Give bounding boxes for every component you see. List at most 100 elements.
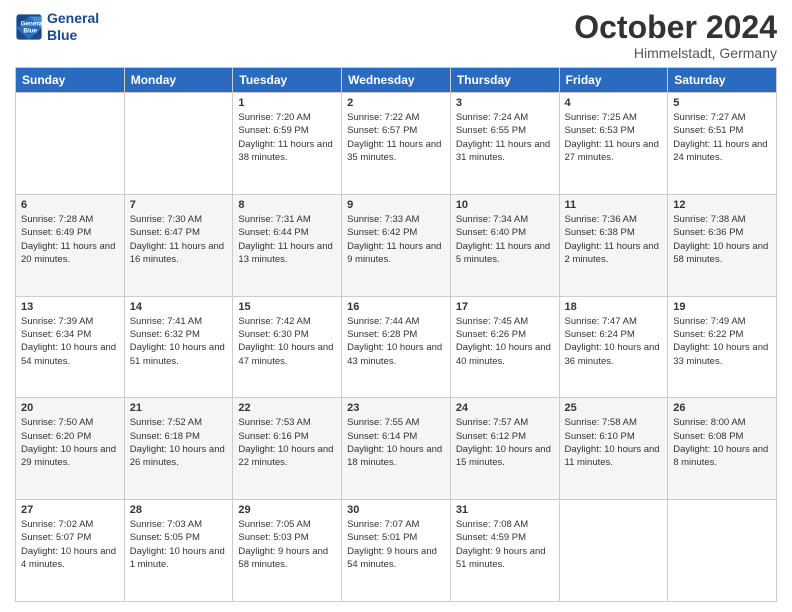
logo-icon: General Blue [15,13,43,41]
day-number: 28 [130,504,228,516]
day-info: Sunrise: 7:38 AMSunset: 6:36 PMDaylight:… [673,213,771,266]
day-info: Sunrise: 7:03 AMSunset: 5:05 PMDaylight:… [130,518,228,571]
day-number: 20 [21,402,119,414]
day-info: Sunrise: 7:55 AMSunset: 6:14 PMDaylight:… [347,416,445,469]
day-info: Sunrise: 7:42 AMSunset: 6:30 PMDaylight:… [238,315,336,368]
table-row: 19 Sunrise: 7:49 AMSunset: 6:22 PMDayligh… [668,296,777,398]
table-row: 9 Sunrise: 7:33 AMSunset: 6:42 PMDaylight… [342,194,451,296]
day-info: Sunrise: 7:47 AMSunset: 6:24 PMDaylight:… [565,315,663,368]
table-row: 22Sunrise: 7:53 AMSunset: 6:16 PMDayligh… [233,398,342,500]
day-info: Sunrise: 7:08 AMSunset: 4:59 PMDaylight:… [456,518,554,571]
table-row: 5 Sunrise: 7:27 AMSunset: 6:51 PMDaylight… [668,93,777,195]
table-row: 11Sunrise: 7:36 AMSunset: 6:38 PMDayligh… [559,194,668,296]
day-info: Sunrise: 7:39 AMSunset: 6:34 PMDaylight:… [21,315,119,368]
table-row [124,93,233,195]
day-number: 13 [21,301,119,313]
day-number: 3 [456,97,554,109]
col-saturday: Saturday [668,68,777,93]
day-info: Sunrise: 7:34 AMSunset: 6:40 PMDaylight:… [456,213,554,266]
day-info: Sunrise: 7:24 AMSunset: 6:55 PMDaylight:… [456,111,554,164]
table-row: 14 Sunrise: 7:41 AMSunset: 6:32 PMDayligh… [124,296,233,398]
day-info: Sunrise: 7:30 AMSunset: 6:47 PMDaylight:… [130,213,228,266]
day-number: 27 [21,504,119,516]
day-number: 16 [347,301,445,313]
col-wednesday: Wednesday [342,68,451,93]
day-info: Sunrise: 7:52 AMSunset: 6:18 PMDaylight:… [130,416,228,469]
day-info: Sunrise: 7:28 AMSunset: 6:49 PMDaylight:… [21,213,119,266]
table-row: 27 Sunrise: 7:02 AMSunset: 5:07 PMDayligh… [16,500,125,602]
day-number: 18 [565,301,663,313]
day-info: Sunrise: 7:45 AMSunset: 6:26 PMDaylight:… [456,315,554,368]
day-info: Sunrise: 7:49 AMSunset: 6:22 PMDaylight:… [673,315,771,368]
table-row: 26 Sunrise: 8:00 AMSunset: 6:08 PMDayligh… [668,398,777,500]
day-info: Sunrise: 8:00 AMSunset: 6:08 PMDaylight:… [673,416,771,469]
day-info: Sunrise: 7:53 AMSunset: 6:16 PMDaylight:… [238,416,336,469]
day-number: 21 [130,402,228,414]
table-row [16,93,125,195]
day-info: Sunrise: 7:02 AMSunset: 5:07 PMDaylight:… [21,518,119,571]
logo-text-line1: General [47,10,99,27]
calendar-page: General Blue General Blue October 2024 H… [0,0,792,612]
table-row: 24Sunrise: 7:57 AMSunset: 6:12 PMDayligh… [450,398,559,500]
day-number: 4 [565,97,663,109]
svg-text:General: General [21,20,43,27]
col-monday: Monday [124,68,233,93]
day-number: 8 [238,199,336,211]
day-info: Sunrise: 7:44 AMSunset: 6:28 PMDaylight:… [347,315,445,368]
day-number: 15 [238,301,336,313]
day-number: 26 [673,402,771,414]
table-row: 23 Sunrise: 7:55 AMSunset: 6:14 PMDayligh… [342,398,451,500]
calendar-table: Sunday Monday Tuesday Wednesday Thursday… [15,67,777,602]
header-row: Sunday Monday Tuesday Wednesday Thursday… [16,68,777,93]
day-info: Sunrise: 7:27 AMSunset: 6:51 PMDaylight:… [673,111,771,164]
table-row: 4 Sunrise: 7:25 AMSunset: 6:53 PMDaylight… [559,93,668,195]
day-info: Sunrise: 7:36 AMSunset: 6:38 PMDaylight:… [565,213,663,266]
day-number: 31 [456,504,554,516]
day-number: 25 [565,402,663,414]
table-row: 15 Sunrise: 7:42 AMSunset: 6:30 PMDayligh… [233,296,342,398]
day-info: Sunrise: 7:22 AMSunset: 6:57 PMDaylight:… [347,111,445,164]
col-sunday: Sunday [16,68,125,93]
table-row: 25Sunrise: 7:58 AMSunset: 6:10 PMDayligh… [559,398,668,500]
table-row: 10 Sunrise: 7:34 AMSunset: 6:40 PMDayligh… [450,194,559,296]
day-number: 5 [673,97,771,109]
table-row: 30 Sunrise: 7:07 AMSunset: 5:01 PMDayligh… [342,500,451,602]
day-info: Sunrise: 7:41 AMSunset: 6:32 PMDaylight:… [130,315,228,368]
day-number: 19 [673,301,771,313]
header: General Blue General Blue October 2024 H… [15,10,777,61]
month-title: October 2024 [574,10,777,45]
day-number: 29 [238,504,336,516]
logo-text-line2: Blue [47,27,99,44]
table-row: 7Sunrise: 7:30 AMSunset: 6:47 PMDaylight… [124,194,233,296]
col-thursday: Thursday [450,68,559,93]
day-number: 9 [347,199,445,211]
day-number: 24 [456,402,554,414]
table-row: 6Sunrise: 7:28 AMSunset: 6:49 PMDaylight… [16,194,125,296]
table-row: 21 Sunrise: 7:52 AMSunset: 6:18 PMDayligh… [124,398,233,500]
table-row: 3 Sunrise: 7:24 AMSunset: 6:55 PMDaylight… [450,93,559,195]
table-row: 16 Sunrise: 7:44 AMSunset: 6:28 PMDayligh… [342,296,451,398]
day-number: 14 [130,301,228,313]
table-row: 18 Sunrise: 7:47 AMSunset: 6:24 PMDayligh… [559,296,668,398]
table-row: 13 Sunrise: 7:39 AMSunset: 6:34 PMDayligh… [16,296,125,398]
logo: General Blue General Blue [15,10,99,44]
day-number: 30 [347,504,445,516]
day-number: 12 [673,199,771,211]
table-row [559,500,668,602]
col-friday: Friday [559,68,668,93]
table-row: 20Sunrise: 7:50 AMSunset: 6:20 PMDayligh… [16,398,125,500]
day-number: 23 [347,402,445,414]
table-row: 12 Sunrise: 7:38 AMSunset: 6:36 PMDayligh… [668,194,777,296]
day-info: Sunrise: 7:25 AMSunset: 6:53 PMDaylight:… [565,111,663,164]
day-info: Sunrise: 7:20 AMSunset: 6:59 PMDaylight:… [238,111,336,164]
day-info: Sunrise: 7:33 AMSunset: 6:42 PMDaylight:… [347,213,445,266]
day-number: 2 [347,97,445,109]
title-section: October 2024 Himmelstadt, Germany [574,10,777,61]
table-row: 29 Sunrise: 7:05 AMSunset: 5:03 PMDayligh… [233,500,342,602]
day-info: Sunrise: 7:05 AMSunset: 5:03 PMDaylight:… [238,518,336,571]
day-number: 10 [456,199,554,211]
table-row: 8 Sunrise: 7:31 AMSunset: 6:44 PMDaylight… [233,194,342,296]
day-info: Sunrise: 7:07 AMSunset: 5:01 PMDaylight:… [347,518,445,571]
day-number: 17 [456,301,554,313]
day-info: Sunrise: 7:31 AMSunset: 6:44 PMDaylight:… [238,213,336,266]
